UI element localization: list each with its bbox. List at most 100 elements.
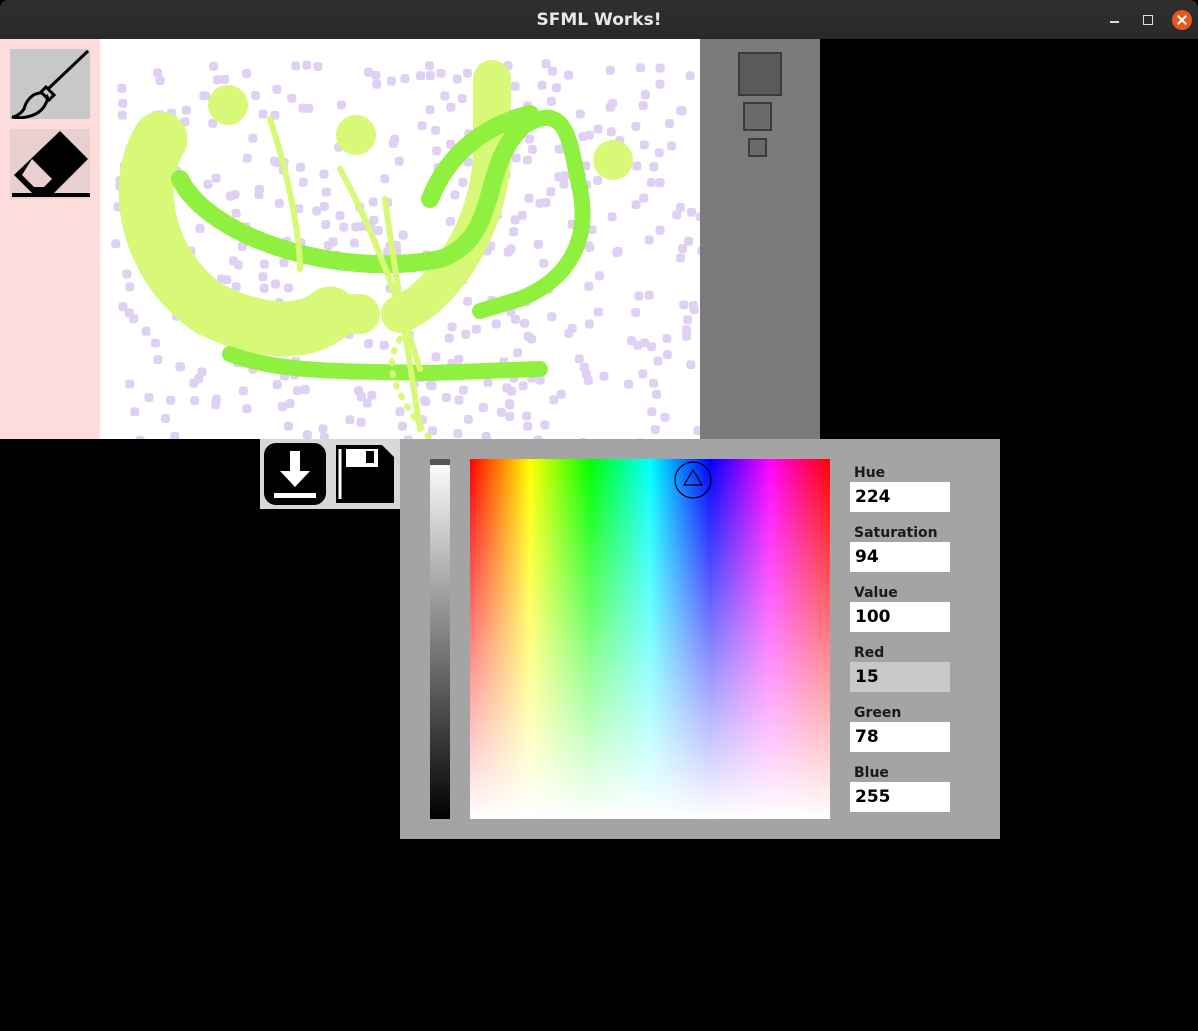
paint-dot	[459, 385, 468, 395]
paint-dot	[649, 378, 658, 388]
load-button[interactable]	[262, 441, 328, 507]
paint-dot	[593, 176, 603, 185]
paint-dot	[605, 102, 615, 112]
window-titlebar: SFML Works!	[0, 0, 1198, 39]
value-label: Value	[854, 585, 898, 601]
paint-dot	[111, 239, 121, 249]
paint-dot	[527, 334, 536, 344]
paint-dot	[525, 134, 534, 144]
paint-dot	[190, 396, 200, 406]
eraser-tool-button[interactable]	[10, 129, 90, 199]
paint-dot	[302, 430, 312, 439]
red-input[interactable]: 15	[850, 662, 950, 692]
paint-dot	[522, 411, 532, 421]
paint-dot	[298, 177, 308, 187]
paint-dot	[454, 395, 464, 405]
paint-dot	[351, 222, 361, 232]
paint-dot	[279, 258, 289, 268]
paint-dot	[535, 198, 545, 208]
paint-dot	[431, 125, 441, 135]
value-slider-handle[interactable]	[430, 459, 450, 465]
green-input[interactable]: 78	[850, 722, 950, 752]
paint-dot	[197, 367, 207, 377]
paint-dot	[511, 153, 521, 163]
save-button[interactable]	[332, 441, 398, 507]
paint-dot	[649, 162, 659, 172]
paint-dot	[672, 210, 682, 220]
paint-dot	[585, 243, 595, 252]
value-input[interactable]: 100	[850, 602, 950, 632]
brush-size-medium-button[interactable]	[743, 102, 772, 131]
paint-dot	[166, 395, 176, 405]
paint-dot	[284, 283, 294, 293]
brush-size-large-button[interactable]	[738, 52, 782, 96]
paint-dot	[242, 404, 252, 414]
paint-dot	[463, 296, 473, 306]
paint-dot	[445, 217, 455, 226]
paint-dot	[304, 104, 314, 113]
paint-dot	[321, 187, 331, 197]
minimize-button[interactable]	[1104, 10, 1124, 30]
paint-dot	[539, 258, 549, 268]
paint-dot	[638, 369, 648, 379]
close-button[interactable]	[1172, 10, 1192, 30]
blue-input[interactable]: 255	[850, 782, 950, 812]
color-selector-marker[interactable]	[674, 461, 712, 499]
paint-dot	[117, 83, 127, 93]
paint-dot	[336, 100, 346, 110]
brush-tool-button[interactable]	[10, 49, 90, 120]
paint-dot	[446, 102, 456, 112]
drawing-canvas[interactable]	[100, 39, 700, 439]
paint-dot	[242, 69, 252, 78]
paint-dot	[478, 403, 488, 413]
paint-dot	[654, 148, 664, 158]
hue-input[interactable]: 224	[850, 482, 950, 512]
paint-dot	[416, 71, 426, 81]
paint-dot	[676, 253, 686, 263]
paint-dot	[296, 162, 305, 172]
paint-dot	[151, 338, 161, 348]
canvas-artwork	[111, 59, 700, 439]
paint-dot	[599, 371, 609, 381]
paint-dot	[292, 386, 302, 396]
paint-dot	[644, 235, 654, 245]
paint-dot	[175, 362, 185, 372]
paint-dot	[463, 414, 473, 424]
hue-saturation-square[interactable]	[470, 459, 830, 819]
paint-dot	[130, 407, 140, 417]
paint-dot	[647, 407, 657, 417]
brush-size-small-button[interactable]	[748, 138, 767, 157]
maximize-button[interactable]	[1138, 10, 1158, 30]
paint-dot	[564, 70, 573, 80]
paint-dot	[496, 407, 506, 417]
paint-dot	[369, 215, 379, 225]
paint-dot	[364, 339, 374, 349]
paint-dot	[471, 324, 481, 334]
paint-dot	[122, 269, 132, 279]
paint-dot	[300, 385, 310, 395]
paint-dot	[520, 318, 530, 328]
paint-dot	[170, 431, 180, 439]
paint-dot	[195, 224, 205, 233]
saturation-input[interactable]: 94	[850, 542, 950, 572]
value-slider[interactable]	[430, 459, 450, 819]
paint-dot	[574, 354, 584, 364]
paint-dot	[463, 68, 472, 78]
paint-dot	[260, 259, 269, 269]
paint-dot	[417, 121, 427, 131]
paint-dot	[425, 61, 434, 71]
paint-dot	[367, 390, 377, 400]
paint-dot	[362, 398, 372, 408]
paint-dot	[653, 356, 663, 366]
paint-dot	[251, 91, 260, 100]
paint-dot	[624, 379, 634, 389]
paint-dot	[665, 119, 674, 128]
paint-dot	[209, 61, 218, 71]
paint-dot	[312, 206, 322, 216]
paint-dot	[540, 420, 550, 430]
paint-dot	[549, 395, 559, 405]
paint-dot	[274, 198, 284, 208]
paint-dot	[667, 141, 677, 151]
paint-dot	[682, 331, 692, 341]
paint-dot	[457, 94, 467, 103]
